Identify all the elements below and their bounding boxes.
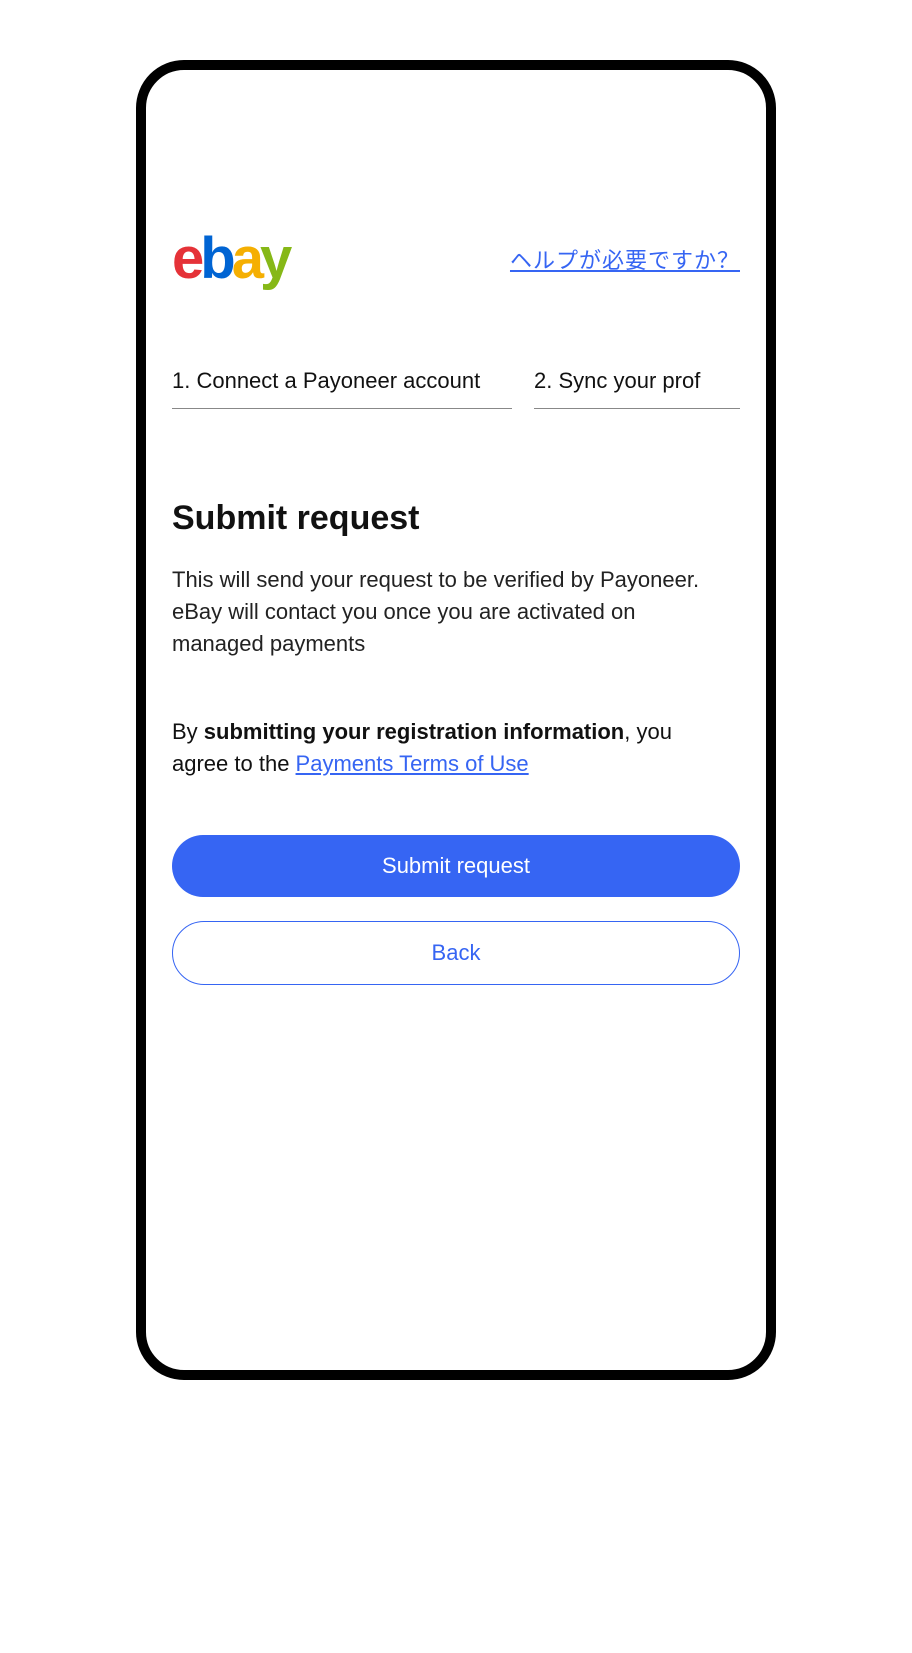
ebay-logo-b: b [200, 226, 231, 291]
phone-frame: ebay ヘルプが必要ですか？ 1. Connect a Payoneer ac… [136, 60, 776, 1380]
page-title: Submit request [172, 499, 740, 538]
ebay-logo-a: a [232, 226, 260, 291]
tabs: 1. Connect a Payoneer account 2. Sync yo… [172, 368, 740, 409]
payments-terms-link[interactable]: Payments Terms of Use [296, 751, 529, 776]
tab-connect-payoneer[interactable]: 1. Connect a Payoneer account [172, 368, 512, 409]
description-text: This will send your request to be verifi… [172, 564, 702, 660]
header: ebay ヘルプが必要ですか？ [172, 230, 740, 288]
help-link[interactable]: ヘルプが必要ですか？ [510, 243, 740, 275]
submit-request-button[interactable]: Submit request [172, 835, 740, 897]
screen-content: ebay ヘルプが必要ですか？ 1. Connect a Payoneer ac… [146, 70, 766, 1370]
agreement-text: By submitting your registration informat… [172, 716, 732, 780]
agreement-prefix: By [172, 719, 204, 744]
phone-side-button-top [136, 250, 138, 340]
ebay-logo-y: y [260, 226, 288, 291]
ebay-logo: ebay [172, 230, 288, 288]
phone-side-button-bottom [136, 460, 138, 600]
back-button[interactable]: Back [172, 921, 740, 985]
agreement-bold: submitting your registration information [204, 719, 624, 744]
tab-sync-profile[interactable]: 2. Sync your prof [534, 368, 740, 409]
ebay-logo-e: e [172, 226, 200, 291]
